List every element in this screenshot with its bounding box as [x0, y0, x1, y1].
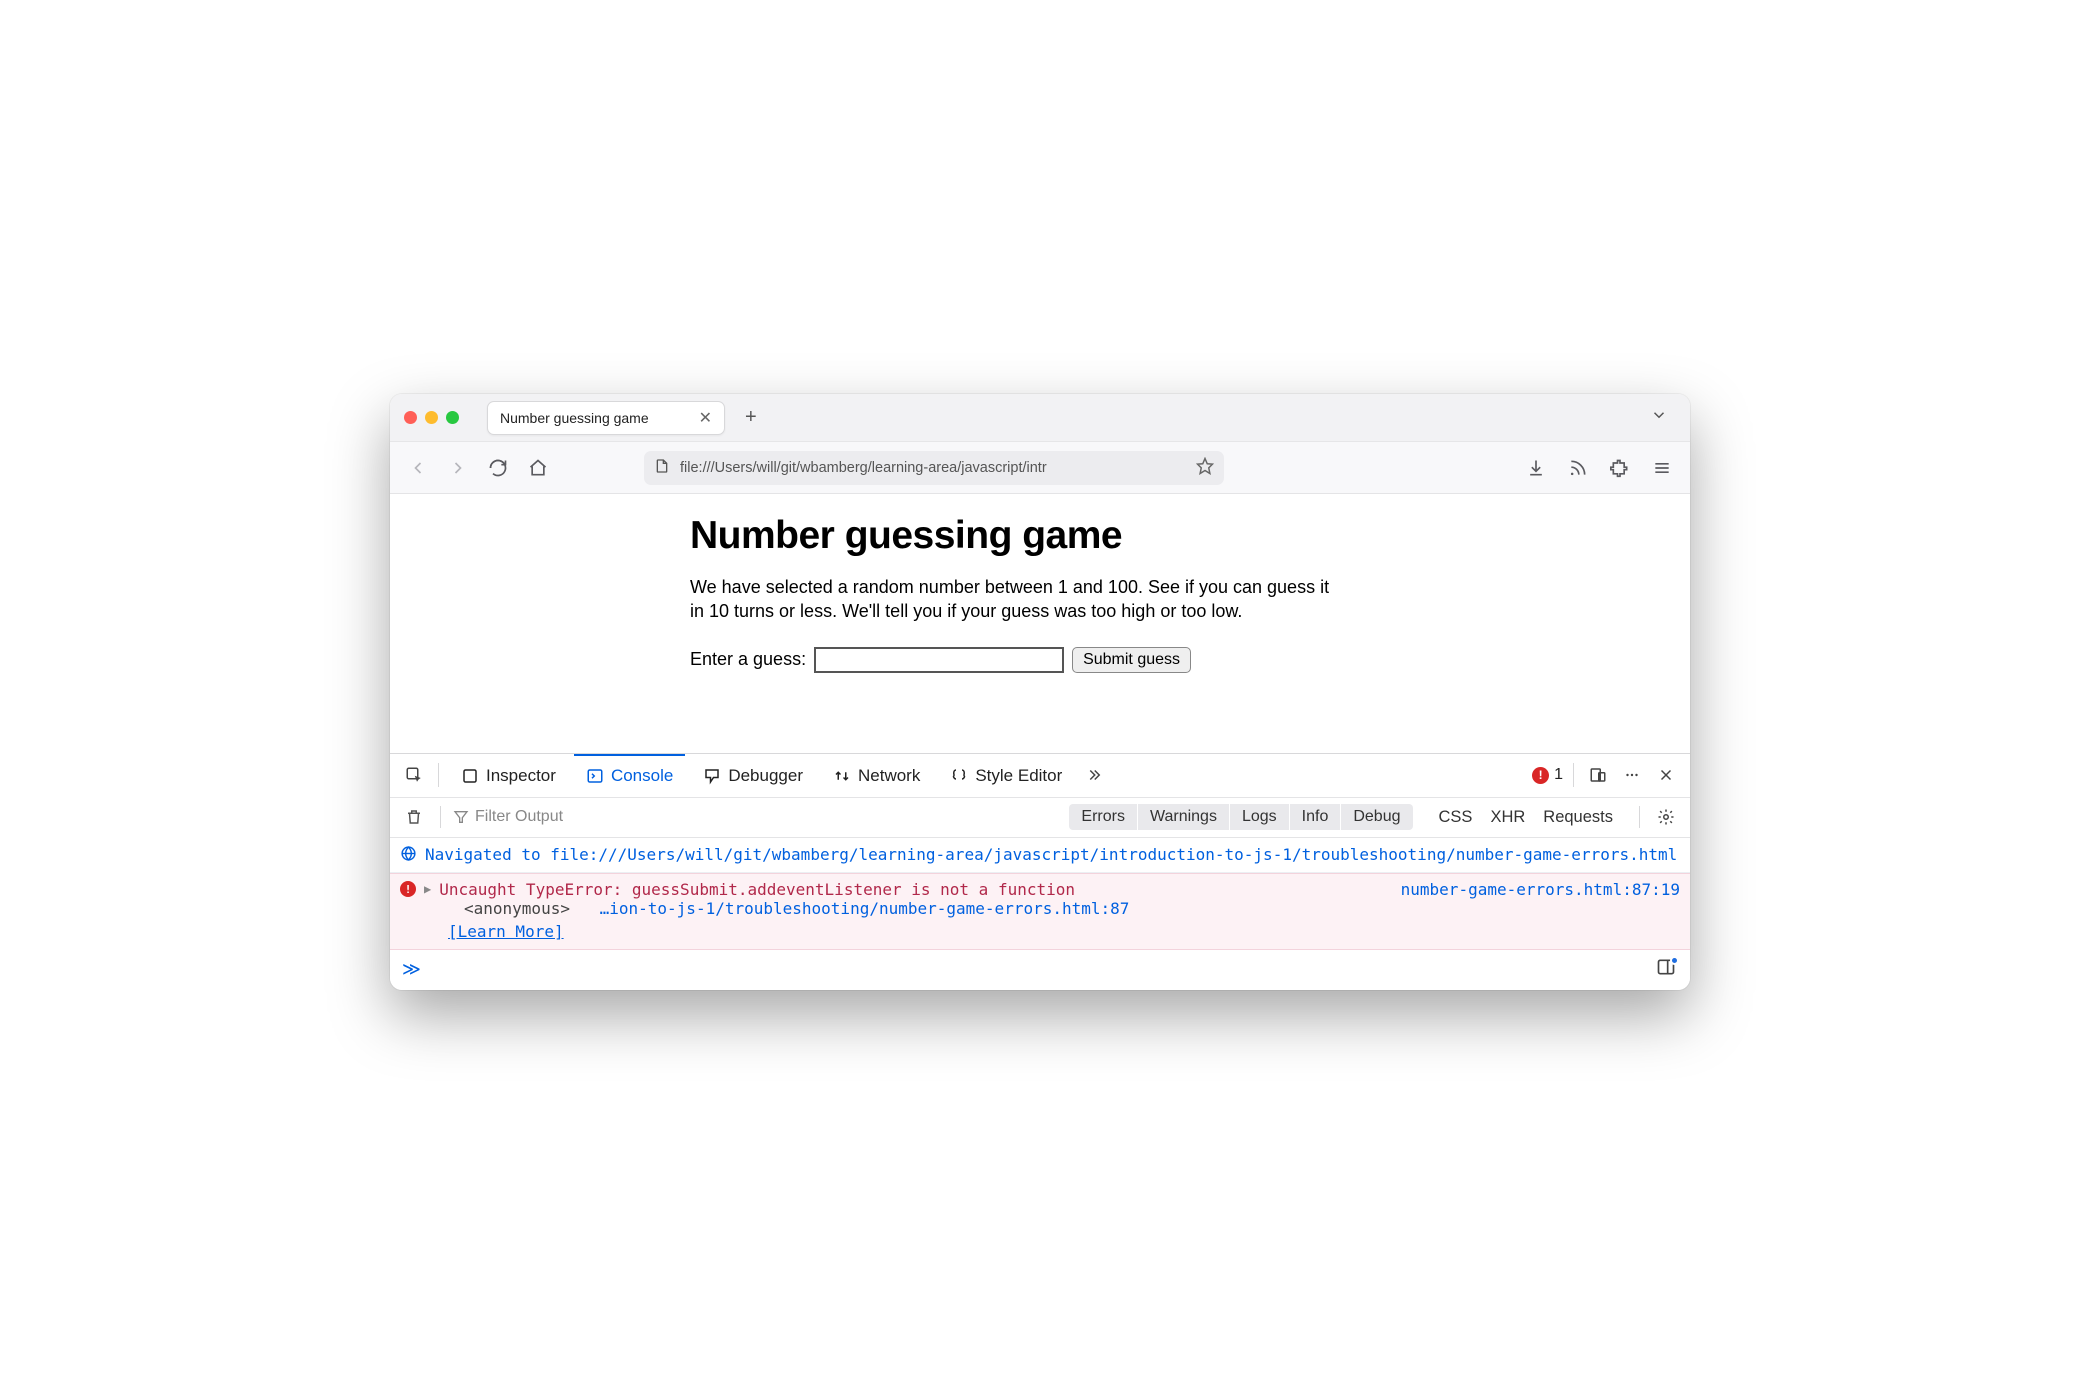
file-icon [654, 458, 670, 478]
error-count-badge[interactable]: ! 1 [1532, 766, 1563, 784]
error-count: 1 [1554, 766, 1563, 784]
console-input[interactable]: ≫ [390, 950, 1690, 990]
traffic-lights [404, 411, 459, 424]
element-picker-button[interactable] [400, 761, 428, 789]
console-filter-input[interactable]: Filter Output [453, 808, 1057, 826]
new-tab-button[interactable]: + [735, 406, 767, 429]
stack-path-link[interactable]: …ion-to-js-1/troubleshooting/number-game… [600, 899, 1130, 918]
feed-icon[interactable] [1564, 454, 1592, 482]
console-error-log: ! ▶ Uncaught TypeError: guessSubmit.adde… [390, 873, 1690, 950]
globe-icon [400, 845, 417, 866]
clear-console-button[interactable] [400, 803, 428, 831]
tabs-overflow-button[interactable] [1642, 406, 1676, 429]
tab-inspector[interactable]: Inspector [449, 754, 568, 797]
submit-guess-button[interactable]: Submit guess [1072, 647, 1191, 673]
home-button[interactable] [524, 454, 552, 482]
tab-title: Number guessing game [500, 410, 649, 426]
page-instructions: We have selected a random number between… [690, 576, 1340, 623]
minimize-window-button[interactable] [425, 411, 438, 424]
toolbar-right [1522, 454, 1676, 482]
devtools-panel: Inspector Console Debugger Network Style… [390, 753, 1690, 990]
tab-network[interactable]: Network [821, 754, 932, 797]
devtools-tabs: Inspector Console Debugger Network Style… [390, 754, 1690, 798]
toolbar: file:///Users/will/git/wbamberg/learning… [390, 442, 1690, 494]
console-filter-bar: Filter Output Errors Warnings Logs Info … [390, 798, 1690, 838]
filter-xhr[interactable]: XHR [1490, 808, 1525, 827]
forward-button[interactable] [444, 454, 472, 482]
pill-warnings[interactable]: Warnings [1138, 804, 1230, 830]
console-prompt-icon: ≫ [402, 959, 421, 980]
pill-info[interactable]: Info [1290, 804, 1342, 830]
console-settings-button[interactable] [1652, 803, 1680, 831]
extra-filters: CSS XHR Requests [1439, 808, 1614, 827]
guess-form: Enter a guess: Submit guess [690, 647, 1340, 673]
tab-style-editor-label: Style Editor [975, 766, 1062, 786]
filter-requests[interactable]: Requests [1543, 808, 1613, 827]
back-button[interactable] [404, 454, 432, 482]
log-level-pills: Errors Warnings Logs Info Debug [1069, 804, 1412, 830]
error-location-link[interactable]: number-game-errors.html:87:19 [1401, 880, 1680, 899]
url-text: file:///Users/will/git/wbamberg/learning… [680, 460, 1186, 476]
navigation-message: Navigated to file:///Users/will/git/wbam… [425, 843, 1677, 867]
filter-css[interactable]: CSS [1439, 808, 1473, 827]
tab-console-label: Console [611, 766, 673, 786]
tab-network-label: Network [858, 766, 920, 786]
maximize-window-button[interactable] [446, 411, 459, 424]
error-icon: ! [400, 881, 416, 897]
browser-window: Number guessing game ✕ + file:///Users/w… [390, 394, 1690, 990]
pill-logs[interactable]: Logs [1230, 804, 1290, 830]
url-bar[interactable]: file:///Users/will/git/wbamberg/learning… [644, 451, 1224, 485]
page-heading: Number guessing game [690, 514, 1340, 558]
responsive-mode-button[interactable] [1584, 761, 1612, 789]
guess-label: Enter a guess: [690, 649, 806, 670]
close-window-button[interactable] [404, 411, 417, 424]
expand-caret-icon[interactable]: ▶ [424, 882, 431, 896]
tab-console[interactable]: Console [574, 754, 685, 797]
stack-anonymous: <anonymous> [464, 899, 570, 918]
tabs-overflow-icon[interactable] [1080, 761, 1108, 789]
guess-input[interactable] [814, 647, 1064, 673]
console-output: Navigated to file:///Users/will/git/wbam… [390, 838, 1690, 950]
tab-inspector-label: Inspector [486, 766, 556, 786]
reload-button[interactable] [484, 454, 512, 482]
tab-debugger-label: Debugger [728, 766, 803, 786]
tab-style-editor[interactable]: Style Editor [938, 754, 1074, 797]
notification-dot-icon [1670, 956, 1679, 965]
menu-button[interactable] [1648, 454, 1676, 482]
page-content: Number guessing game We have selected a … [390, 494, 1690, 753]
pill-errors[interactable]: Errors [1069, 804, 1138, 830]
tab-debugger[interactable]: Debugger [691, 754, 815, 797]
bookmark-star-icon[interactable] [1196, 457, 1214, 479]
devtools-close-button[interactable] [1652, 761, 1680, 789]
close-tab-button[interactable]: ✕ [699, 408, 712, 428]
downloads-button[interactable] [1522, 454, 1550, 482]
pill-debug[interactable]: Debug [1341, 804, 1412, 830]
browser-tab[interactable]: Number guessing game ✕ [487, 401, 725, 435]
error-message: Uncaught TypeError: guessSubmit.addevent… [439, 880, 1075, 899]
titlebar: Number guessing game ✕ + [390, 394, 1690, 442]
console-filter-placeholder: Filter Output [475, 808, 563, 826]
learn-more-link[interactable]: [Learn More] [400, 922, 564, 941]
console-navigation-log: Navigated to file:///Users/will/git/wbam… [390, 838, 1690, 873]
extensions-button[interactable] [1606, 454, 1634, 482]
error-circle-icon: ! [1532, 767, 1549, 784]
devtools-more-button[interactable] [1618, 761, 1646, 789]
